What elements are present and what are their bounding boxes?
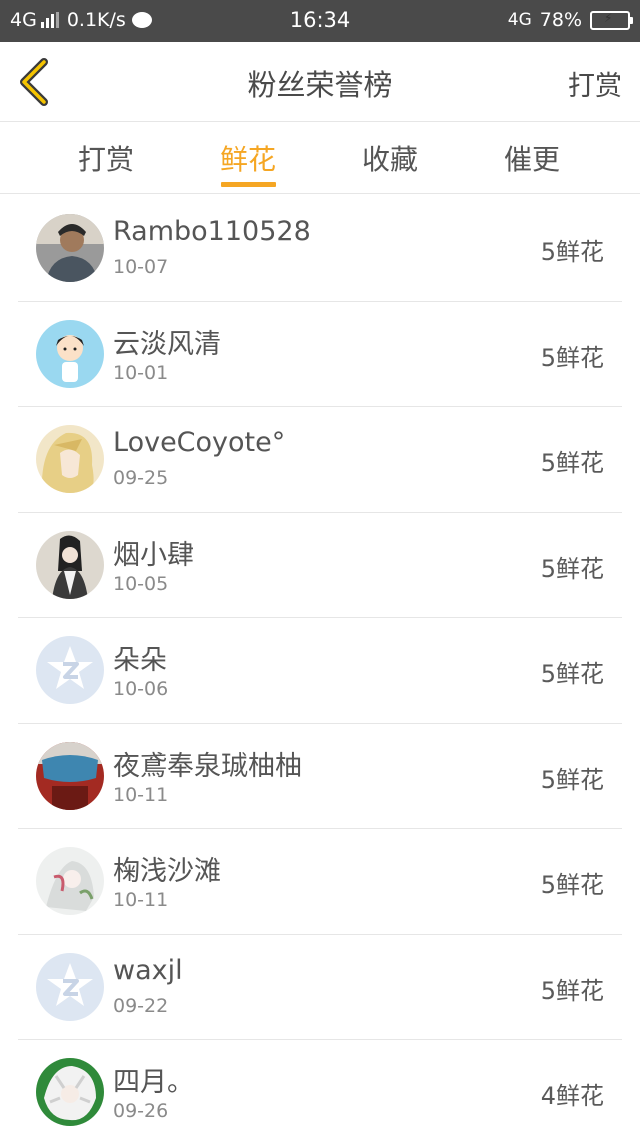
back-button[interactable] [16, 56, 56, 108]
fan-date: 10-11 [113, 889, 169, 911]
network-right-label: 4G [507, 10, 532, 30]
list-item[interactable]: 云淡风清 10-01 5鲜花 [18, 302, 622, 407]
fan-name: 夜鳶奉泉珹柚柚 [113, 750, 302, 782]
battery-level: 78% [539, 9, 582, 31]
list-item[interactable]: 四月。 09-26 4鲜花 [18, 1040, 622, 1146]
list-item[interactable]: 烟小肆 10-05 5鲜花 [18, 513, 622, 618]
list-item[interactable]: waxjl 09-22 5鲜花 [18, 935, 622, 1040]
page-title: 粉丝荣誉榜 [247, 68, 393, 102]
flower-count: 5鲜花 [540, 871, 604, 899]
list-item[interactable]: Rambo110528 10-07 5鲜花 [18, 196, 622, 302]
flower-count: 4鲜花 [540, 1082, 604, 1110]
status-right: 4G 78% [507, 9, 633, 31]
fan-name: 云淡风清 [113, 328, 221, 360]
fan-name: 烟小肆 [113, 539, 194, 571]
fan-date: 10-11 [113, 783, 169, 806]
flower-count: 5鲜花 [540, 343, 604, 372]
avatar [36, 1058, 104, 1126]
flower-count: 5鲜花 [540, 449, 604, 477]
flower-count: 5鲜花 [540, 765, 604, 794]
avatar [36, 530, 104, 599]
battery-icon [590, 10, 633, 30]
flower-count: 5鲜花 [540, 660, 604, 688]
list-item[interactable]: 椈浅沙滩 10-11 5鲜花 [18, 829, 622, 935]
avatar [36, 636, 104, 704]
avatar [36, 425, 104, 493]
active-tab-indicator [221, 182, 276, 187]
navbar: 粉丝荣誉榜 打赏 [0, 42, 640, 122]
tab-urge[interactable]: 催更 [492, 138, 572, 178]
fan-name: LoveCoyote° [113, 427, 286, 458]
fan-date: 09-25 [113, 467, 169, 489]
fan-name: 椈浅沙滩 [113, 856, 221, 887]
list-item[interactable]: LoveCoyote° 09-25 5鲜花 [18, 407, 622, 513]
tab-flowers[interactable]: 鲜花 [208, 138, 288, 178]
fan-date: 10-06 [113, 678, 169, 700]
status-bar: 4G 0.1K/s 16:34 4G 78% [0, 0, 640, 42]
avatar [36, 741, 104, 810]
tab-favorites[interactable]: 收藏 [350, 138, 430, 178]
chevron-left-icon [20, 58, 48, 106]
fan-date: 09-26 [113, 1100, 169, 1122]
list-item[interactable]: 夜鳶奉泉珹柚柚 10-11 5鲜花 [18, 724, 622, 829]
fan-date: 10-07 [113, 256, 169, 278]
flower-count: 5鲜花 [540, 554, 604, 583]
list-item[interactable]: 朵朵 10-06 5鲜花 [18, 618, 622, 724]
fan-name: 朵朵 [113, 645, 167, 676]
tab-tip[interactable]: 打赏 [66, 138, 146, 178]
tip-button[interactable]: 打赏 [568, 64, 622, 103]
avatar [36, 319, 104, 388]
avatar [36, 847, 104, 915]
fan-date: 10-01 [113, 361, 169, 384]
flower-count: 5鲜花 [540, 238, 604, 266]
tab-bar: 打赏 鲜花 收藏 催更 [0, 122, 640, 194]
fan-name: Rambo110528 [113, 216, 311, 247]
avatar [36, 952, 104, 1021]
fan-list: Rambo110528 10-07 5鲜花 云淡风清 10-01 5鲜花 Lov… [18, 196, 622, 1146]
fan-name: 四月。 [113, 1067, 194, 1098]
fan-name: waxjl [113, 954, 183, 986]
flower-count: 5鲜花 [540, 976, 604, 1005]
fan-date: 09-22 [113, 994, 169, 1017]
avatar [36, 214, 104, 282]
fan-date: 10-05 [113, 572, 169, 595]
